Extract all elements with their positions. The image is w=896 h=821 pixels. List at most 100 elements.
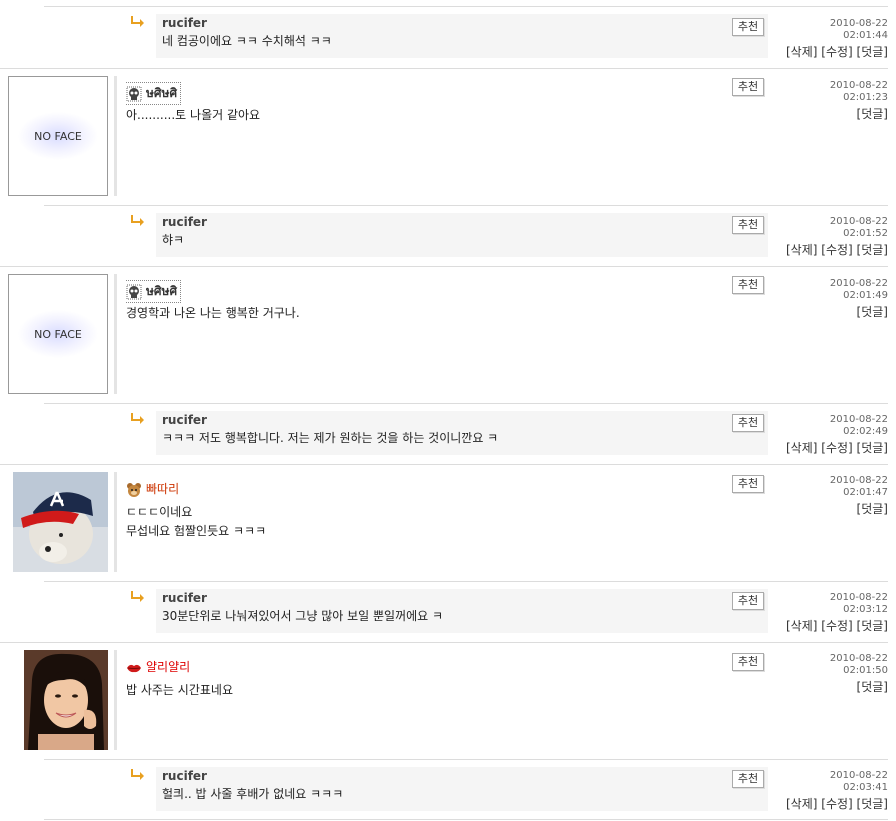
date: 2010-08-22 xyxy=(829,80,888,91)
time: 02:01:23 xyxy=(843,92,888,103)
comment-actions: [덧글] xyxy=(857,500,888,517)
comment-text: 무섭네요 험짤인듯요 ㅋㅋㅋ xyxy=(126,524,267,538)
divider xyxy=(44,759,888,760)
reply-arrow-icon xyxy=(131,215,144,226)
avatar: NO FACE xyxy=(8,274,108,394)
reply-link[interactable]: [덧글] xyxy=(857,305,888,319)
reply-box: rucifer 햐ㅋ 추천 xyxy=(156,213,768,257)
reply-arrow-icon xyxy=(131,413,144,424)
reply-link[interactable]: [덧글] xyxy=(857,243,888,257)
timestamp: 2010-08-22 02:01:50 xyxy=(830,653,888,677)
author-name[interactable]: rucifer xyxy=(162,413,207,427)
no-face-placeholder: NO FACE xyxy=(9,275,107,393)
recommend-button[interactable]: 추천 xyxy=(732,216,764,234)
timestamp: 2010-08-22 02:02:49 xyxy=(830,414,888,438)
nickname-text: ษศิษศิ xyxy=(146,86,178,100)
time: 02:02:49 xyxy=(843,426,888,437)
comment-text: 헐킈.. 밥 사줄 후배가 없네요 ㅋㅋㅋ xyxy=(162,787,344,801)
avatar: NO FACE xyxy=(8,76,108,196)
comment-actions: [삭제] [수정] [덧글] xyxy=(786,43,888,60)
recommend-button[interactable]: 추천 xyxy=(732,18,764,36)
divider xyxy=(0,642,888,643)
edit-link[interactable]: [수정] xyxy=(821,619,852,633)
nickname[interactable]: 빠따리 xyxy=(126,480,179,498)
author-name[interactable]: rucifer xyxy=(162,16,207,30)
reply-link[interactable]: [덧글] xyxy=(857,441,888,455)
recommend-button[interactable]: 추천 xyxy=(732,770,764,788)
date: 2010-08-22 xyxy=(829,592,888,603)
date: 2010-08-22 xyxy=(829,278,888,289)
nickname[interactable]: ษศิษศิ xyxy=(126,280,182,303)
reply-link[interactable]: [덧글] xyxy=(857,619,888,633)
time: 02:01:49 xyxy=(843,290,888,301)
main-comment: NO FACE ษศิษศิ 아..........토 나올거 같아요 추천 2… xyxy=(0,68,896,205)
delete-link[interactable]: [삭제] xyxy=(786,45,817,59)
time: 02:01:50 xyxy=(843,665,888,676)
timestamp: 2010-08-22 02:01:47 xyxy=(830,475,888,499)
skull-icon xyxy=(126,86,142,101)
delete-link[interactable]: [삭제] xyxy=(786,797,817,811)
nickname[interactable]: ษศิษศิ xyxy=(126,82,182,105)
delete-link[interactable]: [삭제] xyxy=(786,441,817,455)
nickname-text: 얄리얄리 xyxy=(146,660,191,674)
reply-link[interactable]: [덧글] xyxy=(857,107,888,121)
recommend-button[interactable]: 추천 xyxy=(732,276,764,294)
main-comment: NO FACE ษศิษศิ 경영학과 나온 나는 행복한 거구나. 추천 20… xyxy=(0,266,896,403)
time: 02:01:47 xyxy=(843,487,888,498)
date: 2010-08-22 xyxy=(829,770,888,781)
comment-actions: [삭제] [수정] [덧글] xyxy=(786,241,888,258)
comment-text: 햐ㅋ xyxy=(162,233,185,247)
divider xyxy=(44,581,888,582)
edit-link[interactable]: [수정] xyxy=(821,45,852,59)
comment-text: 네 컴공이에요 ㅋㅋ 수치해석 ㅋㅋ xyxy=(162,34,332,48)
recommend-button[interactable]: 추천 xyxy=(732,653,764,671)
delete-link[interactable]: [삭제] xyxy=(786,243,817,257)
divider-vertical xyxy=(114,650,117,750)
edit-link[interactable]: [수정] xyxy=(821,243,852,257)
reply-comment: rucifer 햐ㅋ 추천 2010-08-22 02:01:52 [삭제] [… xyxy=(0,205,896,266)
reply-link[interactable]: [덧글] xyxy=(857,680,888,694)
reply-link[interactable]: [덧글] xyxy=(857,502,888,516)
divider xyxy=(44,205,888,206)
nickname[interactable]: 얄리얄리 xyxy=(126,658,190,676)
divider xyxy=(0,464,888,465)
comment-text: 밥 사주는 시간표네요 xyxy=(126,683,233,697)
author-name[interactable]: rucifer xyxy=(162,769,207,783)
time: 02:01:44 xyxy=(843,30,888,41)
delete-link[interactable]: [삭제] xyxy=(786,619,817,633)
comment-actions: [삭제] [수정] [덧글] xyxy=(786,795,888,812)
reply-arrow-icon xyxy=(131,16,144,27)
timestamp: 2010-08-22 02:03:41 xyxy=(830,770,888,794)
recommend-button[interactable]: 추천 xyxy=(732,592,764,610)
comment-actions: [덧글] xyxy=(857,303,888,320)
comment-actions: [덧글] xyxy=(857,678,888,695)
time: 02:01:52 xyxy=(843,228,888,239)
edit-link[interactable]: [수정] xyxy=(821,441,852,455)
date: 2010-08-22 xyxy=(829,475,888,486)
author-name[interactable]: rucifer xyxy=(162,591,207,605)
reply-comment: rucifer 네 컴공이에요 ㅋㅋ 수치해석 ㅋㅋ 추천 2010-08-22… xyxy=(0,0,896,68)
timestamp: 2010-08-22 02:01:52 xyxy=(830,216,888,240)
reply-box: rucifer 헐킈.. 밥 사줄 후배가 없네요 ㅋㅋㅋ 추천 xyxy=(156,767,768,811)
divider xyxy=(0,266,888,267)
time: 02:03:12 xyxy=(843,604,888,615)
recommend-button[interactable]: 추천 xyxy=(732,78,764,96)
divider xyxy=(44,403,888,404)
comment-text: ㄷㄷㄷ이네요 xyxy=(126,505,193,519)
comment-actions: [덧글] xyxy=(857,105,888,122)
reply-arrow-icon xyxy=(131,591,144,602)
reply-comment: rucifer 헐킈.. 밥 사줄 후배가 없네요 ㅋㅋㅋ 추천 2010-08… xyxy=(0,759,896,821)
comment-actions: [삭제] [수정] [덧글] xyxy=(786,439,888,456)
reply-link[interactable]: [덧글] xyxy=(857,797,888,811)
author-name[interactable]: rucifer xyxy=(162,215,207,229)
edit-link[interactable]: [수정] xyxy=(821,797,852,811)
recommend-button[interactable]: 추천 xyxy=(732,414,764,432)
timestamp: 2010-08-22 02:01:44 xyxy=(830,18,888,42)
date: 2010-08-22 xyxy=(829,414,888,425)
reply-link[interactable]: [덧글] xyxy=(857,45,888,59)
reply-comment: rucifer ㅋㅋㅋ 저도 행복합니다. 저는 제가 원하는 것을 하는 것이… xyxy=(0,403,896,464)
recommend-button[interactable]: 추천 xyxy=(732,475,764,493)
time: 02:03:41 xyxy=(843,782,888,793)
divider xyxy=(44,6,888,7)
reply-arrow-icon xyxy=(131,769,144,780)
